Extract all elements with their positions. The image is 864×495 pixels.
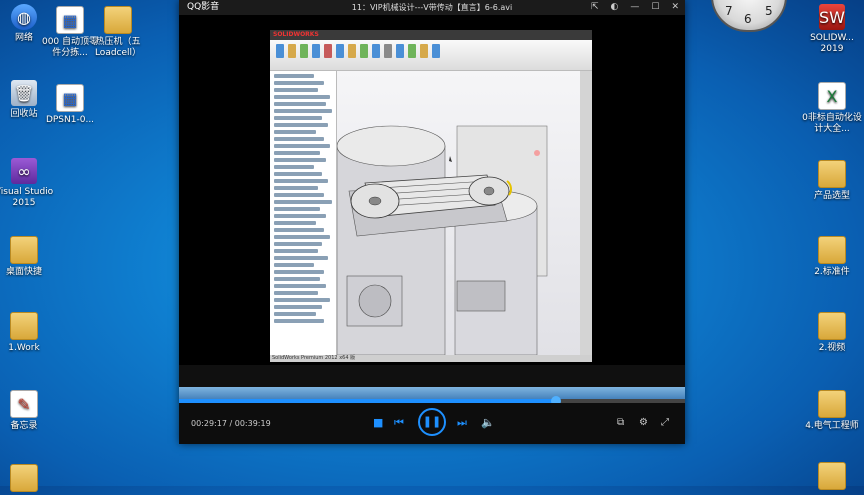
volume-icon[interactable]: 🔈	[481, 416, 495, 429]
excel-icon: X	[818, 82, 846, 110]
desktop-icon-label: 热压机（五Loadcell）	[94, 37, 142, 58]
folder-icon	[818, 160, 846, 188]
desktop-icon-label: 回收站	[10, 109, 38, 119]
solidworks-logo: SOLIDWORKS	[273, 31, 319, 38]
desktop-icon-label: 1.Work	[8, 343, 40, 353]
fullscreen-icon[interactable]: ⤢	[661, 417, 669, 428]
file-icon: ▦	[56, 84, 84, 112]
desktop-icon-label: SOLIDW... 2019	[810, 33, 854, 54]
clock-gadget[interactable]: 7 6 5	[711, 0, 787, 32]
note-icon: ✎	[10, 390, 38, 418]
desktop-icon-solidworks[interactable]: SW SOLIDW... 2019	[800, 4, 864, 55]
recorded-3d-viewport	[337, 71, 580, 355]
skin-icon[interactable]: ◐	[611, 0, 619, 15]
desktop-icon-label: Visual Studio 2015	[0, 187, 54, 208]
player-controls: 00:29:17 / 00:39:19 ■ ⏮ ❚❚ ⏭ 🔈 ⧉ ⚙ ⤢	[179, 403, 685, 444]
desktop-icon-standard-parts[interactable]: 2.标准件	[800, 236, 864, 278]
clock-number: 6	[744, 12, 752, 26]
desktop-icon-memo[interactable]: ✎ 备忘录	[0, 390, 56, 432]
folder-icon	[818, 390, 846, 418]
clock-number: 7	[725, 4, 733, 18]
recycle-bin-icon: 🗑	[11, 80, 37, 106]
video-area[interactable]: SOLIDWORKS SolidWorks Premium 2012 x64 版	[179, 15, 685, 365]
recorded-status-bar: SolidWorks Premium 2012 x64 版	[270, 355, 592, 362]
desktop-icon-label: 2.视频	[818, 343, 846, 353]
visual-studio-icon: ∞	[11, 158, 37, 184]
pin-icon[interactable]: ⇱	[591, 0, 599, 15]
desktop-icon-label: 2.标准件	[814, 267, 850, 277]
desktop-icon-dpsn[interactable]: ▦ DPSN1-0...	[38, 84, 102, 126]
desktop-icon-electrical[interactable]: 4.电气工程师	[800, 390, 864, 432]
file-icon: ▦	[56, 6, 84, 34]
time-current: 00:29:17	[191, 419, 227, 428]
belt-drive-model	[337, 125, 548, 355]
folder-icon	[10, 464, 38, 492]
recorded-ribbon	[270, 40, 592, 71]
screenshot-icon[interactable]: ⧉	[617, 417, 624, 428]
maximize-icon[interactable]: ☐	[651, 0, 659, 15]
time-display: 00:29:17 / 00:39:19	[191, 419, 271, 428]
desktop-icon-product-folder[interactable]: 产品选型	[800, 160, 864, 202]
previous-button[interactable]: ⏮	[394, 416, 404, 430]
recorded-screen: SOLIDWORKS SolidWorks Premium 2012 x64 版	[270, 30, 592, 362]
player-titlebar[interactable]: QQ影音 11：VIP机械设计---V带传动【直言】6-6.avi ⇱ ◐ — …	[179, 0, 685, 15]
settings-icon[interactable]: ⚙	[639, 417, 648, 428]
network-icon: ◍	[11, 4, 37, 30]
folder-icon	[10, 312, 38, 340]
close-icon[interactable]: ✕	[671, 0, 679, 15]
desktop-icon-shortcut-folder[interactable]: 桌面快捷	[0, 236, 56, 278]
folder-icon	[818, 312, 846, 340]
recorded-titlebar: SOLIDWORKS	[270, 30, 592, 40]
pause-button[interactable]: ❚❚	[418, 408, 446, 436]
time-total: 00:39:19	[234, 419, 271, 428]
desktop-icon-label: 网络	[14, 33, 33, 43]
desktop-icon-hotpress[interactable]: 热压机（五Loadcell）	[86, 6, 150, 59]
desktop-icon-label: 0非标自动化设计大全...	[802, 113, 862, 134]
desktop-icon-work-folder[interactable]: 1.Work	[0, 312, 56, 354]
folder-icon	[818, 236, 846, 264]
clock-number: 5	[765, 4, 773, 18]
desktop-icon-excel[interactable]: X 0非标自动化设计大全...	[800, 82, 864, 135]
next-button[interactable]: ⏭	[457, 416, 467, 430]
solidworks-icon: SW	[819, 4, 845, 30]
recorded-task-pane	[580, 71, 592, 355]
desktop-icon-partial-right[interactable]	[800, 462, 864, 493]
desktop-icon-label: 备忘录	[10, 421, 38, 431]
desktop-icon-partial[interactable]	[0, 464, 56, 495]
desktop-icon-label: 4.电气工程师	[805, 421, 859, 431]
folder-icon	[104, 6, 132, 34]
desktop-icon-label: 产品选型	[813, 191, 850, 201]
desktop-icon-label: DPSN1-0...	[45, 115, 95, 125]
recorded-feature-tree	[270, 71, 337, 355]
folder-icon	[10, 236, 38, 264]
inner-controls-strip	[179, 365, 685, 387]
video-player-window[interactable]: QQ影音 11：VIP机械设计---V带传动【直言】6-6.avi ⇱ ◐ — …	[179, 0, 685, 444]
desktop-icon-video-folder[interactable]: 2.视频	[800, 312, 864, 354]
desktop-icon-visual-studio[interactable]: ∞ Visual Studio 2015	[0, 158, 56, 209]
minimize-icon[interactable]: —	[630, 0, 639, 15]
desktop-icon-label: 桌面快捷	[5, 267, 42, 277]
stop-button[interactable]: ■	[373, 416, 383, 429]
